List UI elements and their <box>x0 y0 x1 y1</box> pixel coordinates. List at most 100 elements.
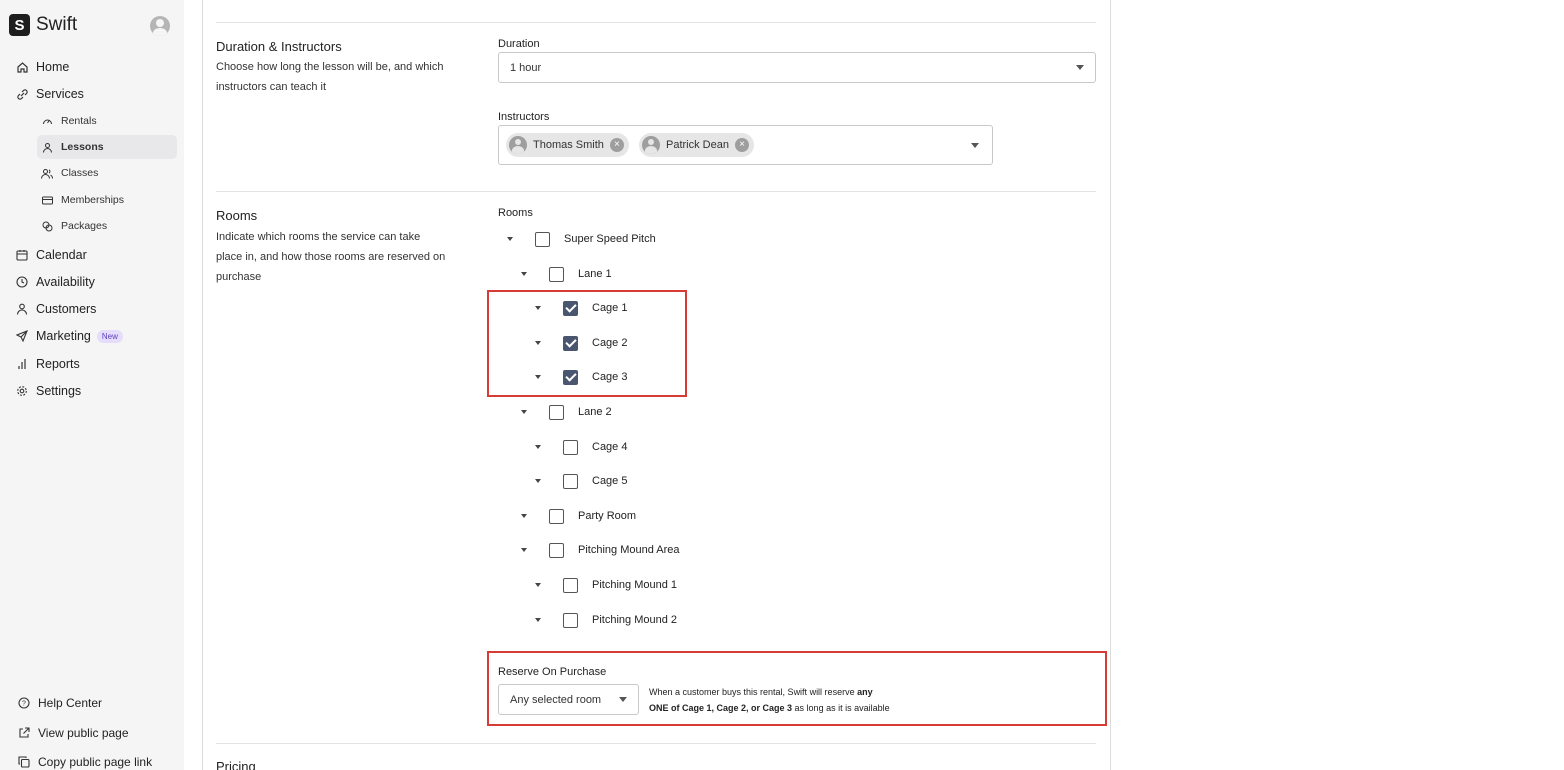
sidebar-item-packages[interactable]: Packages <box>37 214 177 238</box>
brand[interactable]: S Swift <box>9 14 77 36</box>
nav-customers-label: Customers <box>36 302 97 316</box>
room-checkbox[interactable] <box>549 508 564 524</box>
sidebar-item-rentals[interactable]: Rentals <box>37 109 177 133</box>
nav-home[interactable]: Home <box>15 57 69 77</box>
room-label: Party Room <box>578 510 637 522</box>
swift-logo-icon: S <box>9 14 30 36</box>
new-badge: New <box>96 329 123 343</box>
rooms-section-title: Rooms <box>216 208 258 223</box>
room-label: Pitching Mound 2 <box>592 614 677 626</box>
nav-calendar-label: Calendar <box>36 248 87 262</box>
sidebar: S Swift Home Services Rentals Lessons Cl… <box>0 0 184 770</box>
room-label: Lane 2 <box>578 406 612 418</box>
section-divider <box>216 191 1096 192</box>
room-label: Cage 5 <box>592 475 628 487</box>
pricing-section-title: Pricing <box>216 759 256 770</box>
room-checkbox[interactable] <box>549 266 564 282</box>
caret-down-icon[interactable] <box>507 237 513 241</box>
room-checkbox[interactable] <box>549 542 564 558</box>
room-tree-item[interactable]: Super Speed Pitch <box>507 229 656 249</box>
external-link-icon <box>17 727 30 740</box>
nav-customers[interactable]: Customers <box>15 299 96 319</box>
nav-reports[interactable]: Reports <box>15 354 80 374</box>
caret-down-icon[interactable] <box>521 548 527 552</box>
bar-chart-icon <box>15 357 29 371</box>
room-tree-item[interactable]: Pitching Mound 2 <box>535 610 677 630</box>
room-tree-item[interactable]: Cage 4 <box>535 437 627 457</box>
room-checkbox[interactable] <box>563 473 578 489</box>
nav-calendar[interactable]: Calendar <box>15 245 87 265</box>
instructor-chip-label: Patrick Dean <box>666 139 729 151</box>
help-center-link[interactable]: ? Help Center <box>17 696 102 710</box>
view-public-page-link[interactable]: View public page <box>17 726 129 740</box>
instructor-chip[interactable]: Patrick Dean × <box>639 133 754 157</box>
room-checkbox[interactable] <box>549 404 564 420</box>
sidebar-item-packages-label: Packages <box>61 220 108 232</box>
duration-select[interactable]: 1 hour <box>498 52 1096 83</box>
instructors-label: Instructors <box>498 111 550 123</box>
gauge-icon <box>41 115 53 127</box>
reserve-note: When a customer buys this rental, Swift … <box>649 684 890 716</box>
sidebar-item-memberships[interactable]: Memberships <box>37 188 177 212</box>
room-tree-item[interactable]: Party Room <box>521 506 636 526</box>
highlight-box <box>487 290 687 397</box>
chevron-down-icon <box>971 143 979 148</box>
instructor-chip[interactable]: Thomas Smith × <box>506 133 629 157</box>
nav-services[interactable]: Services <box>15 84 84 104</box>
room-tree-item[interactable]: Cage 5 <box>535 471 627 491</box>
caret-down-icon[interactable] <box>535 583 541 587</box>
reserve-note-text: When a customer buys this rental, Swift … <box>649 687 858 697</box>
remove-chip-icon[interactable]: × <box>734 138 749 152</box>
link-icon <box>15 87 29 101</box>
caret-down-icon[interactable] <box>521 410 527 414</box>
copy-public-link[interactable]: Copy public page link <box>17 755 152 769</box>
people-icon <box>41 167 53 179</box>
room-checkbox[interactable] <box>535 231 550 247</box>
room-label: Pitching Mound 1 <box>592 579 677 591</box>
nav-settings[interactable]: Settings <box>15 381 81 401</box>
rooms-section-description: Indicate which rooms the service can tak… <box>216 231 446 283</box>
help-circle-icon: ? <box>17 697 30 710</box>
clock-icon <box>15 275 29 289</box>
room-checkbox[interactable] <box>563 439 578 455</box>
avatar-icon <box>509 136 527 154</box>
gear-icon <box>15 384 29 398</box>
avatar-icon <box>642 136 660 154</box>
caret-down-icon[interactable] <box>535 479 541 483</box>
section-divider <box>216 743 1096 744</box>
room-tree-item[interactable]: Pitching Mound 1 <box>535 575 677 595</box>
room-checkbox[interactable] <box>563 612 578 628</box>
reserve-on-purchase-select[interactable]: Any selected room <box>498 684 639 715</box>
chevron-down-icon <box>619 697 627 702</box>
duration-label: Duration <box>498 38 540 50</box>
remove-chip-icon[interactable]: × <box>609 138 624 152</box>
caret-down-icon[interactable] <box>535 618 541 622</box>
calendar-icon <box>15 248 29 262</box>
caret-down-icon[interactable] <box>535 445 541 449</box>
nav-marketing-label: Marketing <box>36 329 91 343</box>
room-checkbox[interactable] <box>563 577 578 593</box>
nav-availability[interactable]: Availability <box>15 272 95 292</box>
reserve-on-purchase-label: Reserve On Purchase <box>498 666 607 678</box>
nav-home-label: Home <box>36 60 70 74</box>
sidebar-item-lessons[interactable]: Lessons <box>37 135 177 159</box>
room-label: Pitching Mound Area <box>578 544 680 556</box>
sidebar-item-rentals-label: Rentals <box>61 115 97 127</box>
duration-section-description: Choose how long the lesson will be, and … <box>216 61 444 93</box>
copy-public-link-label: Copy public page link <box>38 755 153 769</box>
caret-down-icon[interactable] <box>521 514 527 518</box>
duration-section-title: Duration & Instructors <box>216 39 342 54</box>
room-label: Lane 1 <box>578 268 612 280</box>
room-tree-item[interactable]: Lane 1 <box>521 264 612 284</box>
user-avatar-icon[interactable] <box>150 16 170 36</box>
room-tree-item[interactable]: Lane 2 <box>521 402 612 422</box>
svg-text:?: ? <box>22 701 26 708</box>
room-tree-item[interactable]: Pitching Mound Area <box>521 540 680 560</box>
reserve-note-bold: any <box>857 687 873 697</box>
instructor-chip-label: Thomas Smith <box>533 139 604 151</box>
nav-marketing[interactable]: Marketing New <box>15 326 123 346</box>
sidebar-item-classes-label: Classes <box>61 167 99 179</box>
send-icon <box>15 329 29 343</box>
caret-down-icon[interactable] <box>521 272 527 276</box>
sidebar-item-classes[interactable]: Classes <box>37 161 177 185</box>
